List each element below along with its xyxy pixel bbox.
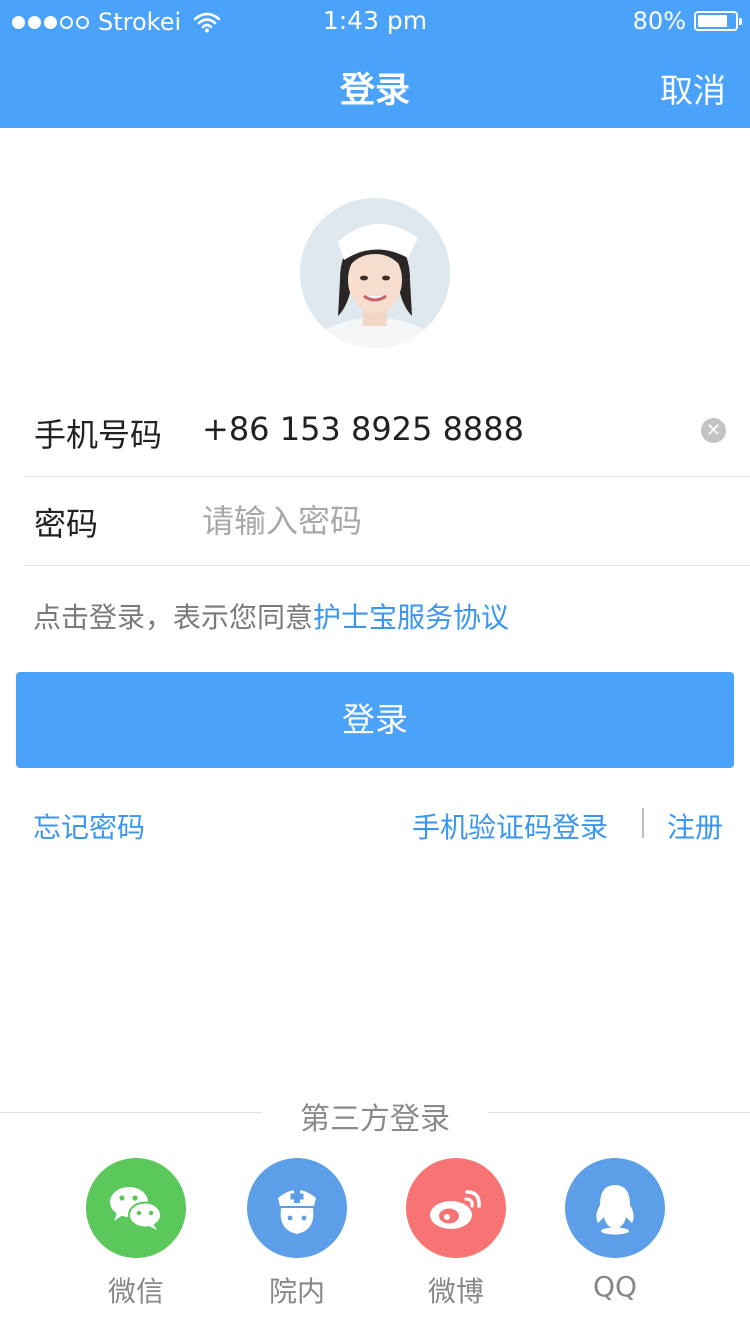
qq-label: QQ: [592, 1270, 638, 1303]
third-party-title: 第三方登录: [300, 1102, 450, 1137]
agreement-text: 点击登录，表示您同意护士宝服务协议: [33, 596, 509, 636]
header-bar: Strokei 1:43 pm 80% 登录 取消: [0, 0, 750, 128]
phone-row: 手机号码 +86 153 8925 8888 ✕: [24, 388, 750, 477]
password-label: 密码: [34, 505, 99, 543]
password-input[interactable]: [202, 491, 682, 551]
link-divider: [642, 808, 644, 838]
wechat-icon: [86, 1158, 186, 1258]
page-title: 登录: [339, 71, 410, 111]
battery-percent: 80%: [632, 7, 686, 35]
nurse-icon: [247, 1158, 347, 1258]
wechat-label: 微信: [107, 1275, 164, 1308]
nurse-avatar-image: [300, 198, 450, 348]
weibo-label: 微博: [427, 1275, 484, 1308]
login-button[interactable]: 登录: [16, 672, 734, 768]
battery-indicator: 80%: [632, 7, 742, 35]
wechat-login-button[interactable]: 微信: [86, 1158, 186, 1310]
service-agreement-link[interactable]: 护士宝服务协议: [313, 601, 509, 634]
register-link[interactable]: 注册: [667, 806, 723, 846]
status-bar: Strokei 1:43 pm 80%: [0, 0, 750, 40]
sms-login-link[interactable]: 手机验证码登录: [412, 806, 608, 846]
password-row: 密码: [24, 477, 750, 566]
battery-fill: [698, 15, 727, 27]
clear-icon[interactable]: ✕: [701, 418, 726, 443]
forgot-password-link[interactable]: 忘记密码: [33, 806, 145, 846]
cancel-button[interactable]: 取消: [660, 64, 726, 112]
battery-icon: [694, 11, 742, 31]
qq-login-button[interactable]: QQ: [565, 1158, 665, 1303]
weibo-icon: [406, 1158, 506, 1258]
avatar: [300, 198, 450, 348]
battery-nub: [739, 18, 742, 25]
hospital-login-button[interactable]: 院内: [247, 1158, 347, 1310]
agreement-prefix: 点击登录，表示您同意: [33, 601, 314, 634]
qq-icon: [565, 1158, 665, 1258]
hospital-label: 院内: [268, 1275, 325, 1308]
phone-label: 手机号码: [34, 416, 163, 454]
weibo-login-button[interactable]: 微博: [406, 1158, 506, 1310]
phone-input[interactable]: +86 153 8925 8888: [202, 410, 524, 448]
